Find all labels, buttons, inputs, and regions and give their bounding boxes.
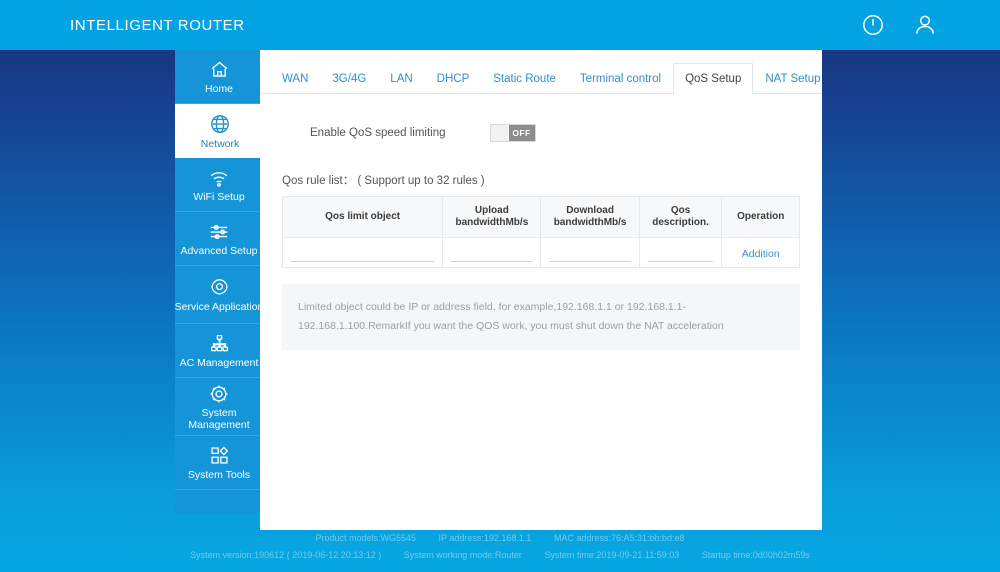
sliders-icon	[208, 220, 230, 243]
upload-bandwidth-input[interactable]	[451, 244, 533, 263]
power-icon[interactable]	[860, 12, 886, 38]
qos-rule-list-title: Qos rule list： ( Support up to 32 rules …	[282, 175, 485, 187]
tab-nat-setup[interactable]: NAT Setup	[753, 63, 832, 94]
cell-operation: Addition	[721, 237, 800, 268]
sidebar-item-label: Home	[204, 83, 233, 95]
toggle-state-label: OFF	[508, 125, 535, 141]
cell-qos-limit-object	[281, 237, 444, 268]
footer-mac-address: MAC address:76:A5:31:bb:bd:e8	[553, 533, 685, 543]
footer-line-1: Product models:WG5545 IP address:192.168…	[0, 530, 1000, 547]
header-actions	[860, 12, 938, 38]
gear-icon	[208, 382, 230, 405]
grid-icon	[209, 444, 230, 467]
column-operation: Operation	[721, 196, 800, 238]
qos-enable-label: Enable QoS speed limiting	[310, 127, 446, 139]
tab-static-route[interactable]: Static Route	[481, 63, 568, 94]
download-bandwidth-input[interactable]	[549, 244, 631, 263]
qos-enable-toggle[interactable]: OFF	[489, 124, 536, 142]
sidebar-item-label: Advanced Setup	[180, 245, 258, 257]
sidebar-item-system-tools[interactable]: System Tools	[175, 436, 263, 490]
footer-system-time: System time:2019-09-21 11:59:03	[544, 550, 680, 560]
toggle-knob	[490, 125, 509, 141]
column-upload-bandwidth: Upload bandwidthMb/s	[442, 196, 542, 238]
footer-working-mode: System working mode:Router	[403, 550, 522, 560]
footer-line-2: System version:190612 ( 2019-06-12 20:13…	[0, 547, 1000, 564]
sidebar-item-label: System Management	[188, 407, 250, 431]
wifi-icon	[208, 166, 230, 189]
service-icon	[209, 276, 230, 299]
footer-product-model: Product models:WG5545	[315, 533, 416, 543]
qos-description-input[interactable]	[647, 244, 714, 263]
tab-3g4g[interactable]: 3G/4G	[320, 63, 378, 94]
footer-system-version: System version:190612 ( 2019-06-12 20:13…	[190, 550, 382, 560]
tab-lan[interactable]: LAN	[378, 63, 424, 94]
column-qos-limit-object: Qos limit object	[281, 196, 444, 238]
sidebar-item-advanced-setup[interactable]: Advanced Setup	[175, 212, 263, 266]
table-header-row: Qos limit object Upload bandwidthMb/s Do…	[281, 196, 800, 238]
tab-terminal-control[interactable]: Terminal control	[568, 63, 673, 94]
addition-button[interactable]: Addition	[742, 248, 780, 260]
home-icon	[209, 58, 230, 81]
sidebar-item-label: AC Management	[179, 357, 259, 369]
cell-download-bandwidth	[540, 237, 640, 268]
sitemap-icon	[209, 332, 230, 355]
user-icon[interactable]	[912, 12, 938, 38]
sidebar-item-service-application[interactable]: Service Application	[175, 266, 263, 324]
tab-wan[interactable]: WAN	[270, 63, 320, 94]
app-header: INTELLIGENT ROUTER	[0, 0, 1000, 50]
sidebar-item-label: Service Application	[174, 301, 264, 313]
qos-enable-row: Enable QoS speed limiting OFF	[310, 116, 800, 150]
sidebar-item-ac-management[interactable]: AC Management	[175, 324, 263, 378]
cell-qos-description	[638, 237, 723, 268]
sidebar-item-home[interactable]: Home	[175, 50, 263, 104]
tab-dhcp[interactable]: DHCP	[425, 63, 482, 94]
sidebar-item-label: System Tools	[187, 469, 251, 481]
footer-startup-time: Startup time:0d00h02m59s	[701, 550, 810, 560]
tab-qos-setup[interactable]: QoS Setup	[673, 63, 754, 94]
sidebar-item-network[interactable]: Network	[175, 104, 269, 158]
sidebar: Home Network WiFi Setup Advanced Setup S…	[175, 50, 269, 513]
content-panel: WAN 3G/4G LAN DHCP Static Route Terminal…	[260, 50, 822, 530]
tab-bar: WAN 3G/4G LAN DHCP Static Route Terminal…	[260, 50, 822, 94]
qos-rule-table: Qos limit object Upload bandwidthMb/s Do…	[281, 196, 800, 268]
sidebar-item-wifi-setup[interactable]: WiFi Setup	[175, 158, 263, 212]
cell-upload-bandwidth	[442, 237, 542, 268]
footer-ip-address: IP address:192.168.1.1	[438, 533, 532, 543]
qos-remark-text: Limited object could be IP or address fi…	[282, 284, 800, 350]
panel-body: Enable QoS speed limiting OFF Qos rule l…	[260, 94, 822, 350]
status-footer: Product models:WG5545 IP address:192.168…	[0, 530, 1000, 564]
sidebar-item-label: Network	[200, 137, 240, 150]
column-download-bandwidth: Download bandwidthMb/s	[540, 196, 640, 238]
sidebar-item-system-management[interactable]: System Management	[175, 378, 263, 436]
column-qos-description: Qos description.	[638, 196, 723, 238]
app-title: INTELLIGENT ROUTER	[70, 16, 245, 34]
sidebar-item-label: WiFi Setup	[193, 191, 245, 203]
globe-icon	[209, 113, 231, 136]
table-row: Addition	[281, 237, 800, 268]
qos-limit-object-input[interactable]	[291, 244, 435, 263]
